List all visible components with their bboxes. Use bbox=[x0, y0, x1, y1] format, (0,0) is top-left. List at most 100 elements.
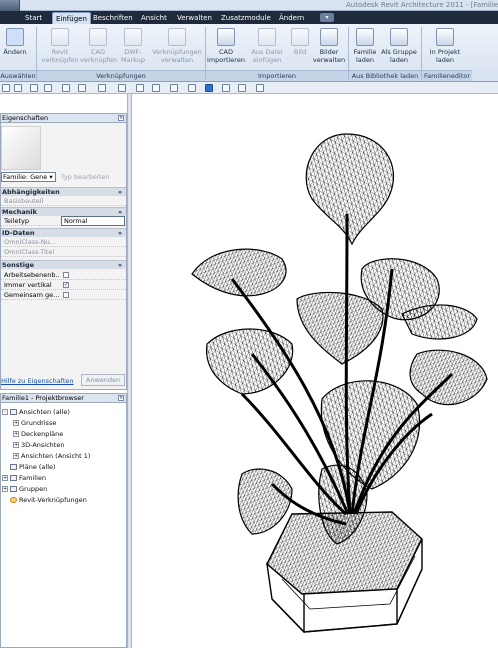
image-button[interactable]: Bild bbox=[288, 28, 312, 56]
tag-icon[interactable] bbox=[118, 84, 126, 92]
views-icon bbox=[10, 409, 17, 415]
tab-start[interactable]: Start bbox=[22, 12, 45, 24]
expand-toggle-icon[interactable]: + bbox=[2, 475, 8, 481]
panel-library-label[interactable]: Aus Bibliothek laden bbox=[349, 70, 421, 81]
drawing-canvas[interactable] bbox=[132, 94, 498, 648]
undo-icon[interactable] bbox=[30, 84, 38, 92]
apply-button[interactable]: Anwenden bbox=[81, 374, 125, 386]
insert-file-label1: Aus Datei bbox=[251, 48, 283, 56]
close-hidden-icon[interactable] bbox=[222, 84, 230, 92]
tree-node-families[interactable]: + Familien bbox=[2, 474, 46, 483]
load-family-label2: laden bbox=[355, 56, 375, 64]
manage-links-button[interactable]: Verknüpfungen verwalten bbox=[150, 28, 204, 64]
expand-toggle-icon[interactable]: + bbox=[13, 453, 19, 459]
customize-toolbar-icon[interactable] bbox=[256, 84, 264, 92]
section-icon[interactable] bbox=[170, 84, 178, 92]
work-plane-checkbox[interactable] bbox=[63, 272, 69, 278]
tree-node-elevations[interactable]: + Ansichten (Ansicht 1) bbox=[13, 452, 90, 461]
tree-node-3d-views[interactable]: +3D-Ansichten bbox=[13, 441, 64, 450]
quick-access-toolbar bbox=[0, 82, 498, 94]
open-icon[interactable] bbox=[2, 84, 10, 92]
title-bar: Autodesk Revit Architecture 2011 - [Fami… bbox=[0, 0, 498, 11]
3d-view-icon[interactable] bbox=[152, 84, 160, 92]
tree-node-ceiling-plans[interactable]: + Deckenpläne bbox=[13, 430, 63, 439]
type-preview-image bbox=[1, 126, 41, 170]
plant-leaves bbox=[191, 133, 488, 545]
section-ifc[interactable]: ID-Daten» bbox=[1, 228, 126, 237]
collapse-toggle-icon[interactable]: - bbox=[2, 409, 8, 415]
tab-verwalten[interactable]: Verwalten bbox=[174, 12, 215, 24]
panel-family-editor-label[interactable]: Familieneditor bbox=[422, 70, 472, 81]
tree-node-views[interactable]: - Ansichten (alle) bbox=[2, 408, 70, 417]
load-as-group-button[interactable]: Als Gruppe laden bbox=[380, 28, 418, 64]
work-plane-value bbox=[61, 270, 125, 280]
expand-toggle-icon[interactable]: + bbox=[13, 431, 19, 437]
sync-icon[interactable] bbox=[62, 84, 70, 92]
tree-node-label: Pläne (alle) bbox=[19, 463, 56, 471]
collapse-icon[interactable]: » bbox=[118, 261, 122, 270]
close-icon[interactable]: × bbox=[118, 395, 124, 401]
save-icon[interactable] bbox=[14, 84, 22, 92]
dimension-icon[interactable] bbox=[98, 84, 106, 92]
close-icon[interactable]: × bbox=[118, 115, 124, 121]
tab-zusatzmodule[interactable]: Zusatzmodule bbox=[218, 12, 274, 24]
tree-node-groups[interactable]: + Gruppen bbox=[2, 485, 47, 494]
detail-line-icon[interactable] bbox=[188, 84, 196, 92]
dwf-markup-button[interactable]: DWF- Markup bbox=[118, 28, 148, 64]
tab-beschriften[interactable]: Beschriften bbox=[90, 12, 136, 24]
load-into-project-button[interactable]: In Projekt laden bbox=[424, 28, 466, 64]
row-shared: Gemeinsam ge... bbox=[1, 290, 126, 300]
tree-node-label: Revit-Verknüpfungen bbox=[19, 496, 87, 504]
insert-from-file-button[interactable]: Aus Datei einfügen bbox=[250, 28, 284, 64]
row-omni-title-label: OmniClass-Titel bbox=[4, 248, 55, 256]
ribbon-minimize-icon[interactable]: ▾ bbox=[320, 13, 334, 22]
thin-lines-icon[interactable] bbox=[205, 84, 213, 92]
dwf-label1: DWF- bbox=[124, 48, 142, 56]
load-as-group-icon bbox=[390, 28, 408, 46]
row-omni-number-label: OmniClass-Nu... bbox=[4, 238, 56, 246]
select-cursor-icon bbox=[6, 28, 24, 46]
tab-ansicht[interactable]: Ansicht bbox=[138, 12, 170, 24]
application-menu-button[interactable] bbox=[0, 0, 20, 11]
manage-links-label2: verwalten bbox=[160, 56, 194, 64]
properties-help-link[interactable]: Hilfe zu Eigenschaften bbox=[1, 377, 74, 385]
row-host-label: Basisbauteil bbox=[4, 197, 44, 205]
expand-toggle-icon[interactable]: + bbox=[13, 442, 19, 448]
section-mechanical[interactable]: Mechanik» bbox=[1, 207, 126, 216]
measure-icon[interactable] bbox=[78, 84, 86, 92]
cad-link-icon bbox=[89, 28, 107, 46]
tree-node-revit-links[interactable]: Revit-Verknüpfungen bbox=[10, 496, 87, 505]
link-revit-button[interactable]: Revit verknüpfen bbox=[40, 28, 80, 64]
modify-button[interactable]: Ändern bbox=[2, 28, 28, 56]
text-icon[interactable] bbox=[136, 84, 144, 92]
part-type-field[interactable]: Normal bbox=[61, 216, 125, 226]
project-browser-title: Familie1 - Projektbrowser bbox=[1, 394, 126, 403]
project-browser: Familie1 - Projektbrowser × - Ansichten (… bbox=[0, 393, 127, 648]
panel-links-label[interactable]: Verknüpfungen bbox=[37, 70, 205, 81]
tree-node-floor-plans[interactable]: + Grundrisse bbox=[13, 419, 56, 428]
revit-link-icon bbox=[10, 497, 17, 503]
section-constraints[interactable]: Abhängigkeiten» bbox=[1, 187, 126, 196]
plant-wireframe-model bbox=[191, 133, 488, 633]
load-into-project-icon bbox=[436, 28, 454, 46]
switch-windows-icon[interactable] bbox=[238, 84, 246, 92]
manage-images-button[interactable]: Bilder verwalten bbox=[312, 28, 346, 64]
tab-aendern[interactable]: Ändern bbox=[276, 12, 307, 24]
expand-toggle-icon[interactable]: + bbox=[2, 486, 8, 492]
shared-checkbox[interactable] bbox=[63, 292, 69, 298]
window-title: Autodesk Revit Architecture 2011 - [Fami… bbox=[346, 1, 498, 9]
always-vertical-checkbox[interactable]: ✓ bbox=[63, 282, 69, 288]
tree-node-sheets[interactable]: Pläne (alle) bbox=[10, 463, 56, 472]
panel-import-label[interactable]: Importieren bbox=[206, 70, 348, 81]
redo-icon[interactable] bbox=[44, 84, 52, 92]
expand-toggle-icon[interactable]: + bbox=[13, 420, 19, 426]
load-family-button[interactable]: Familie laden bbox=[350, 28, 380, 64]
section-other[interactable]: Sonstige » bbox=[1, 260, 126, 269]
panel-select-label[interactable]: Auswählen bbox=[0, 70, 36, 81]
type-selector[interactable]: Familie: Gene ▾ bbox=[1, 172, 56, 182]
edit-type-button[interactable]: Typ bearbeiten bbox=[61, 172, 123, 182]
import-cad-button[interactable]: CAD importieren bbox=[206, 28, 246, 64]
dwf-label2: Markup bbox=[120, 56, 146, 64]
link-cad-button[interactable]: CAD verknüpfen bbox=[80, 28, 117, 64]
tab-einfuegen[interactable]: Einfügen bbox=[52, 12, 91, 24]
